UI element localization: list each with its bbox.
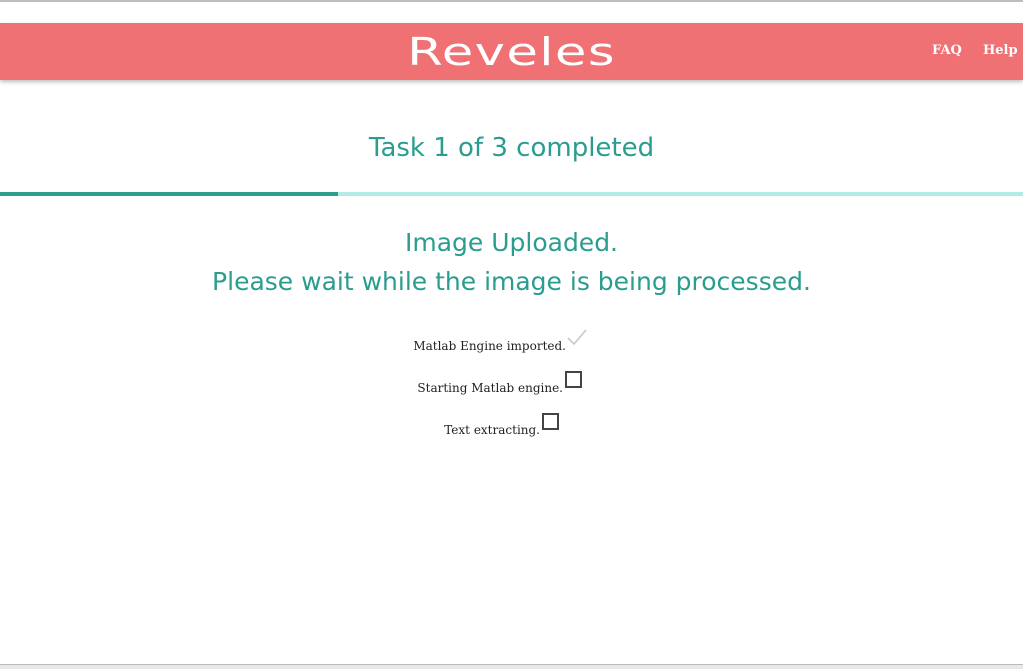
step-item-starting-matlab: Starting Matlab engine. (0, 381, 563, 401)
progress-bar (0, 192, 1023, 196)
step-label: Text extracting. (444, 423, 540, 437)
window-bottom-border (0, 664, 1023, 669)
logo: Reveles (407, 30, 616, 74)
step-label: Starting Matlab engine. (417, 381, 563, 395)
step-item-matlab-imported: Matlab Engine imported. (0, 339, 566, 359)
status-message-processing: Please wait while the image is being pro… (212, 267, 811, 296)
step-label: Matlab Engine imported. (413, 339, 566, 353)
step-checkbox[interactable] (565, 371, 582, 388)
progress-bar-fill (0, 192, 338, 196)
status-message-uploaded: Image Uploaded. (404, 228, 619, 257)
step-item-text-extracting: Text extracting. (0, 423, 540, 443)
nav-link-faq[interactable]: FAQ (932, 43, 962, 58)
header-bar: Reveles FAQ Help (0, 23, 1023, 80)
task-progress-title: Task 1 of 3 completed (368, 133, 655, 163)
nav-link-help[interactable]: Help (983, 43, 1018, 58)
window-top-border (0, 0, 1023, 2)
checkmark-icon (567, 329, 587, 346)
step-checkbox[interactable] (542, 413, 559, 430)
